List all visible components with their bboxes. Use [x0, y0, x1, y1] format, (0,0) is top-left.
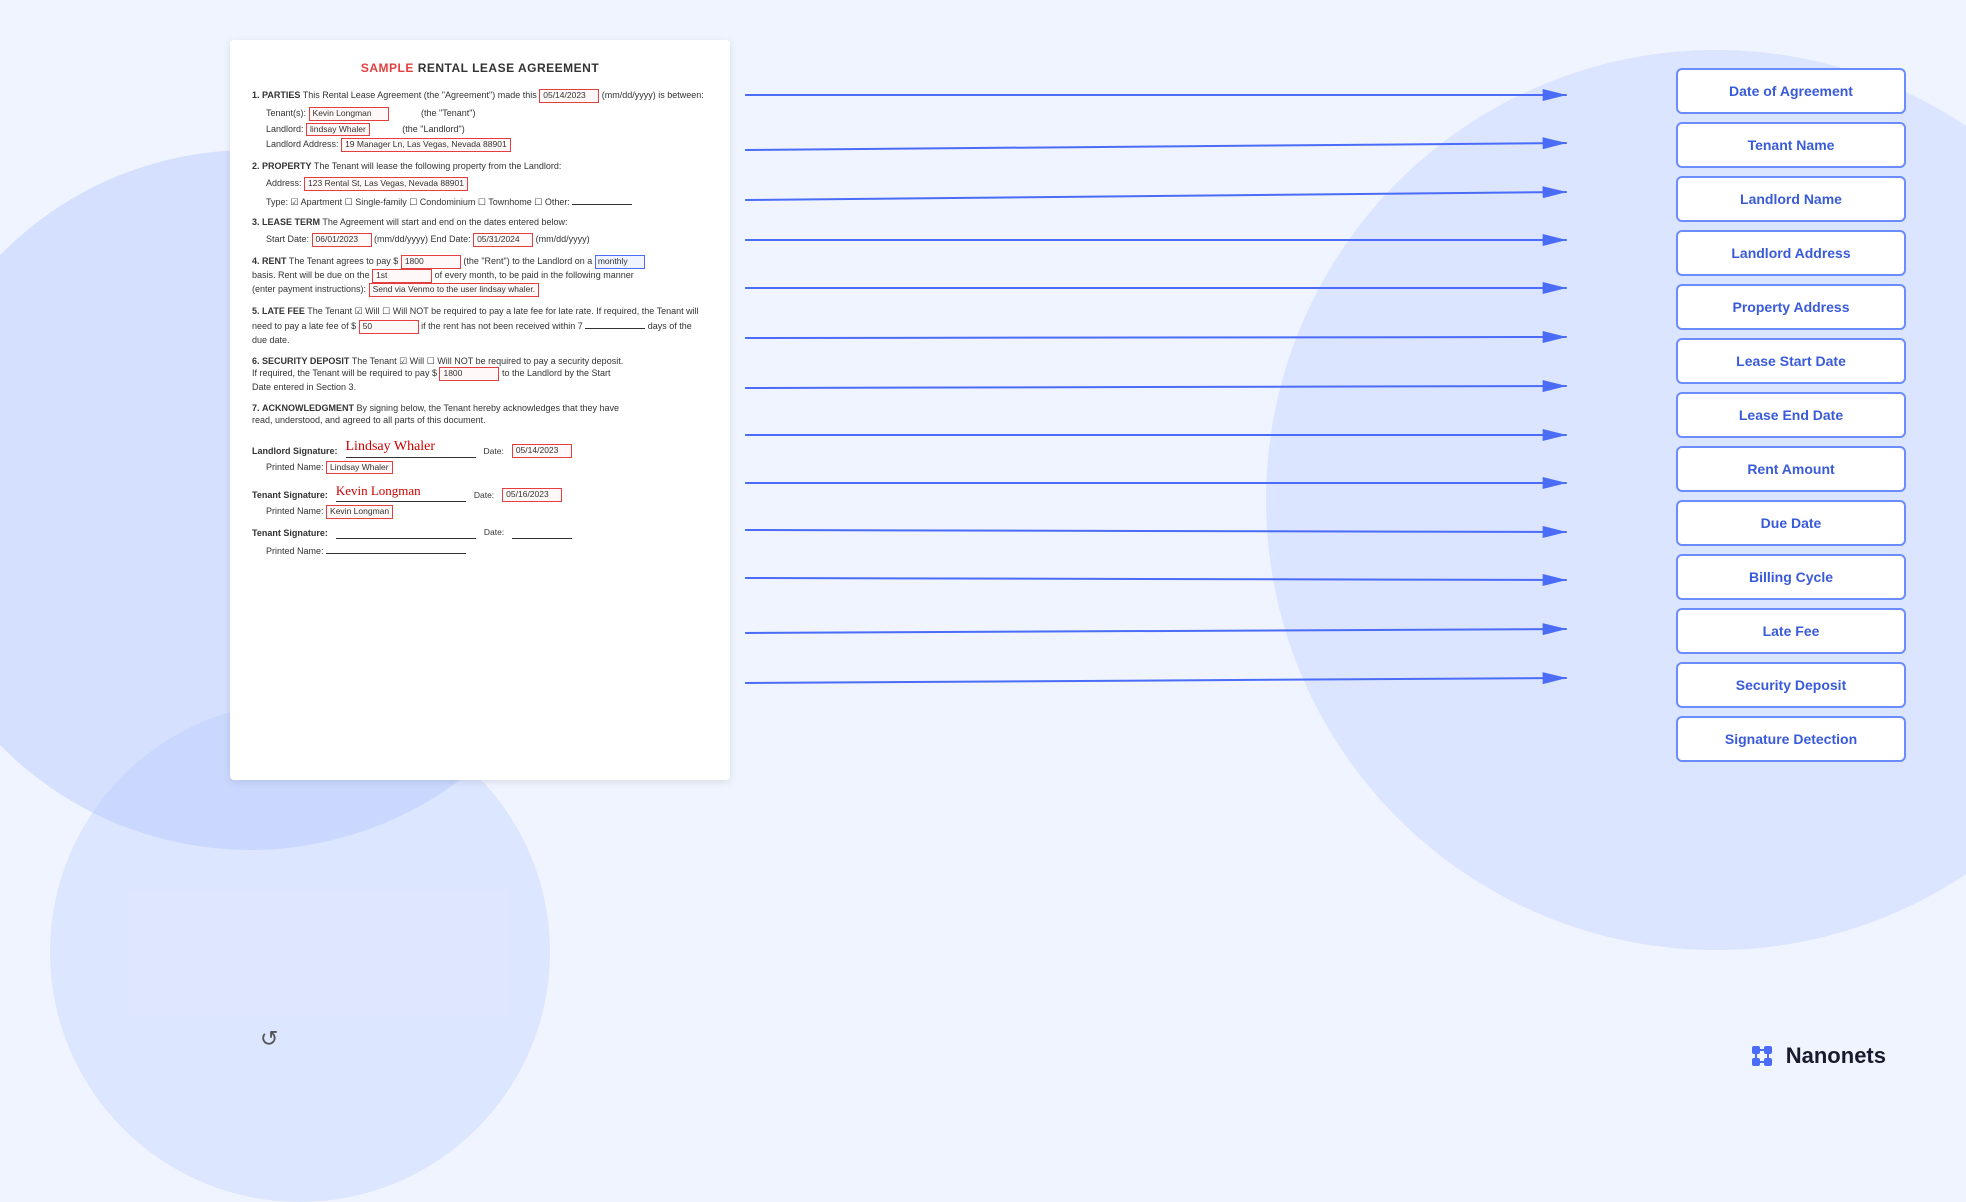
landlord-printed-row: Printed Name: Lindsay Whaler	[252, 461, 708, 475]
security-deposit-field: 1800	[439, 367, 499, 381]
label-billing-cycle[interactable]: Billing Cycle	[1676, 554, 1906, 600]
label-lease-start-date[interactable]: Lease Start Date	[1676, 338, 1906, 384]
landlord-address-field: 19 Manager Ln, Las Vegas, Nevada 88901	[341, 138, 511, 152]
tenant1-sig-date: 05/16/2023	[502, 488, 562, 502]
title-rest: RENTAL LEASE AGREEMENT	[414, 61, 599, 75]
landlord-sig-date: 05/14/2023	[512, 444, 572, 458]
section-acknowledgment: 7. ACKNOWLEDGMENT By signing below, the …	[252, 402, 708, 427]
section-security-deposit: 6. SECURITY DEPOSIT The Tenant ☑ Will ☐ …	[252, 355, 708, 394]
tenant2-sig-date	[512, 527, 572, 539]
main-container: SAMPLE RENTAL LEASE AGREEMENT 1. PARTIES…	[230, 40, 1906, 1062]
section-late-fee: 5. LATE FEE The Tenant ☑ Will ☐ Will NOT…	[252, 305, 708, 347]
section-parties: 1. PARTIES This Rental Lease Agreement (…	[252, 89, 708, 153]
tenant2-printed-row: Printed Name:	[252, 542, 708, 558]
label-landlord-name[interactable]: Landlord Name	[1676, 176, 1906, 222]
property-address-field: 123 Rental St, Las Vegas, Nevada 88901	[304, 177, 468, 191]
tenant1-printed-row: Printed Name: Kevin Longman	[252, 505, 708, 519]
label-rent-amount[interactable]: Rent Amount	[1676, 446, 1906, 492]
rent-amount-field: 1800	[401, 255, 461, 269]
label-signature-detection[interactable]: Signature Detection	[1676, 716, 1906, 762]
landlord-address-row: Landlord Address: 19 Manager Ln, Las Veg…	[266, 138, 708, 152]
nanonets-logo-icon	[1746, 1040, 1778, 1072]
late-fee-field: 50	[359, 320, 419, 334]
date-field: 05/14/2023	[539, 89, 599, 103]
property-address-row: Address: 123 Rental St, Las Vegas, Nevad…	[266, 177, 708, 191]
title-sample: SAMPLE	[361, 61, 414, 75]
tenant1-sig: Kevin Longman	[336, 482, 466, 501]
tenant1-sig-row: Tenant Signature: Kevin Longman Date: 05…	[252, 482, 708, 501]
section-lease-term: 3. LEASE TERM The Agreement will start a…	[252, 216, 708, 246]
section-property: 2. PROPERTY The Tenant will lease the fo…	[252, 160, 708, 208]
label-due-date[interactable]: Due Date	[1676, 500, 1906, 546]
label-landlord-address[interactable]: Landlord Address	[1676, 230, 1906, 276]
tenant-name-field: Kevin Longman	[309, 107, 389, 121]
connector-labels-area: Date of Agreement Tenant Name Landlord N…	[730, 40, 1906, 820]
label-lease-end-date[interactable]: Lease End Date	[1676, 392, 1906, 438]
signatures-section: Landlord Signature: Lindsay Whaler Date:…	[252, 437, 708, 558]
tenant1-printed-name: Kevin Longman	[326, 505, 393, 519]
landlord-row: Landlord: lindsay Whaler (the "Landlord"…	[266, 123, 708, 137]
landlord-sig-row: Landlord Signature: Lindsay Whaler Date:…	[252, 437, 708, 458]
document-title: SAMPLE RENTAL LEASE AGREEMENT	[252, 60, 708, 77]
label-security-deposit[interactable]: Security Deposit	[1676, 662, 1906, 708]
tenant2-sig-row: Tenant Signature: Date:	[252, 527, 708, 540]
label-tenant-name[interactable]: Tenant Name	[1676, 122, 1906, 168]
labels-panel: Date of Agreement Tenant Name Landlord N…	[1676, 68, 1906, 770]
section-rent: 4. RENT The Tenant agrees to pay $ 1800 …	[252, 255, 708, 297]
due-date-field: 1st	[372, 269, 432, 283]
landlord-printed-name: Lindsay Whaler	[326, 461, 393, 475]
property-type-row: Type: ☑ Apartment ☐ Single-family ☐ Cond…	[266, 193, 708, 209]
tenant2-sig	[336, 527, 476, 539]
refresh-icon[interactable]: ↺	[260, 1026, 278, 1052]
landlord-name-field: lindsay Whaler	[306, 123, 370, 137]
tenant-row: Tenant(s): Kevin Longman (the "Tenant")	[266, 107, 708, 121]
lease-start-field: 06/01/2023	[312, 233, 372, 247]
payment-instructions-field: Send via Venmo to the user lindsay whale…	[369, 283, 540, 297]
tenant2-printed-name	[326, 542, 466, 554]
nanonets-brand-text: Nanonets	[1786, 1043, 1886, 1069]
landlord-sig: Lindsay Whaler	[346, 437, 476, 458]
lease-end-field: 05/31/2024	[473, 233, 533, 247]
billing-cycle-field: monthly	[595, 255, 645, 269]
label-late-fee[interactable]: Late Fee	[1676, 608, 1906, 654]
label-property-address[interactable]: Property Address	[1676, 284, 1906, 330]
label-date-of-agreement[interactable]: Date of Agreement	[1676, 68, 1906, 114]
nanonets-logo: Nanonets	[1746, 1040, 1886, 1072]
document-panel: SAMPLE RENTAL LEASE AGREEMENT 1. PARTIES…	[230, 40, 730, 780]
